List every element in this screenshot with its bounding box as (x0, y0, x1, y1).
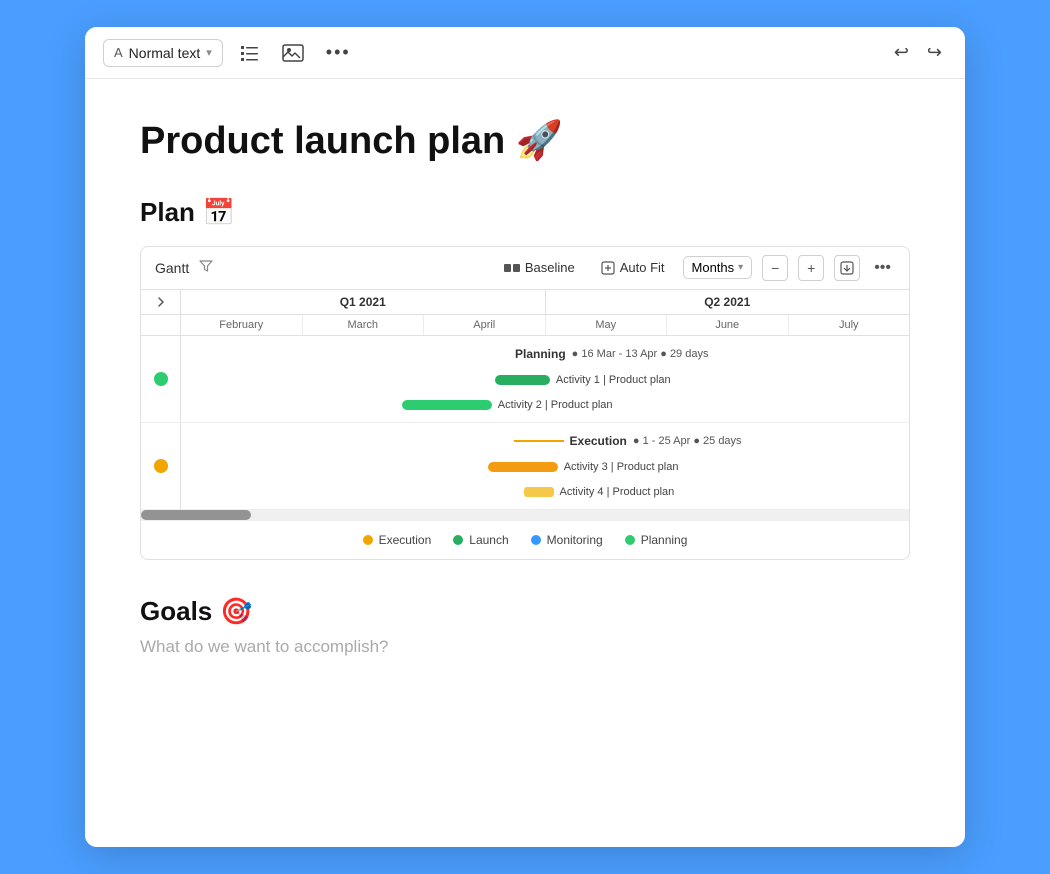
plan-heading: Plan 📅 (140, 197, 910, 228)
planning-header-label: Planning (515, 347, 566, 361)
months-label: Months (692, 260, 735, 275)
planning-header-row: Planning ● 16 Mar - 13 Apr ● 29 days (187, 344, 903, 364)
page-content: Product launch plan 🚀 Plan 📅 Gantt (85, 79, 965, 847)
legend-execution-label: Execution (379, 533, 432, 547)
redo-icon: ↪ (927, 42, 942, 63)
execution-rows: Execution ● 1 - 25 Apr ● 25 days Activit… (181, 423, 909, 509)
legend-execution: Execution (363, 533, 432, 547)
execution-activity-4-row: Activity 4 | Product plan (187, 483, 903, 501)
months-chevron-icon: ▾ (738, 262, 743, 273)
legend-launch: Launch (453, 533, 508, 547)
legend-execution-dot (363, 535, 373, 545)
autofit-label: Auto Fit (620, 260, 665, 275)
planning-dot (154, 372, 168, 386)
autofit-button[interactable]: Auto Fit (593, 257, 673, 278)
quarter-q2: Q2 2021 (546, 290, 910, 314)
goals-placeholder[interactable]: What do we want to accomplish? (140, 637, 910, 657)
goals-section: Goals 🎯 What do we want to accomplish? (140, 596, 910, 657)
planning-activity-1-row: Activity 1 | Product plan (187, 371, 903, 389)
undo-button[interactable]: ↩ (889, 37, 914, 68)
activity-2-label: Activity 2 | Product plan (498, 399, 613, 411)
minus-icon: − (771, 260, 779, 276)
more-options-button[interactable]: ••• (321, 37, 356, 68)
page-title: Product launch plan 🚀 (140, 119, 910, 165)
execution-header-row: Execution ● 1 - 25 Apr ● 25 days (187, 431, 903, 451)
goals-heading-icon: 🎯 (220, 596, 252, 627)
month-apr: April (424, 315, 546, 335)
gantt-widget: Gantt Baseline (140, 246, 910, 560)
legend-monitoring-dot (531, 535, 541, 545)
activity-4-bar (524, 487, 554, 497)
legend-launch-dot (453, 535, 463, 545)
toolbar: A Normal text ▾ ••• (85, 27, 965, 79)
quarter-q1: Q1 2021 (181, 290, 546, 314)
plan-section: Plan 📅 Gantt (140, 197, 910, 560)
gantt-label: Gantt (155, 260, 189, 276)
chevron-down-icon: ▾ (206, 46, 212, 59)
gantt-scrollbar[interactable] (141, 510, 909, 520)
redo-button[interactable]: ↪ (922, 37, 947, 68)
execution-section: Execution ● 1 - 25 Apr ● 25 days Activit… (141, 423, 909, 510)
planning-rows: Planning ● 16 Mar - 13 Apr ● 29 days Act… (181, 336, 909, 422)
execution-dot (154, 459, 168, 473)
execution-header-meta: ● 1 - 25 Apr ● 25 days (633, 435, 742, 447)
baseline-label: Baseline (525, 260, 575, 275)
plan-heading-icon: 📅 (203, 197, 235, 228)
legend-monitoring: Monitoring (531, 533, 603, 547)
execution-activity-3-row: Activity 3 | Product plan (187, 458, 903, 476)
legend-planning: Planning (625, 533, 688, 547)
execution-indicator (141, 423, 181, 509)
month-jul: July (789, 315, 910, 335)
activity-2-bar (402, 400, 492, 410)
activity-4-label: Activity 4 | Product plan (560, 486, 675, 498)
planning-indicator (141, 336, 181, 422)
month-may: May (546, 315, 668, 335)
legend-monitoring-label: Monitoring (547, 533, 603, 547)
gantt-chart-area: Q1 2021 Q2 2021 February March April May (141, 290, 909, 520)
plus-icon: + (807, 260, 815, 276)
zoom-out-button[interactable]: − (762, 255, 788, 281)
text-style-dropdown[interactable]: A Normal text ▾ (103, 39, 223, 67)
text-style-label: Normal text (129, 45, 201, 61)
gantt-toggle-button[interactable] (141, 290, 181, 314)
execution-header-label: Execution (570, 434, 627, 448)
execution-header-bar (514, 440, 564, 442)
legend-planning-dot (625, 535, 635, 545)
undo-icon: ↩ (894, 42, 909, 63)
image-icon-button[interactable] (277, 38, 309, 68)
gantt-quarter-headers: Q1 2021 Q2 2021 (141, 290, 909, 315)
month-jun: June (667, 315, 789, 335)
months-selector[interactable]: Months ▾ (683, 256, 753, 279)
gantt-toolbar: Gantt Baseline (141, 247, 909, 290)
gantt-more-button[interactable]: ••• (870, 257, 895, 279)
plan-heading-text: Plan (140, 197, 195, 228)
gantt-month-headers: February March April May June July (141, 315, 909, 336)
zoom-in-button[interactable]: + (798, 255, 824, 281)
baseline-button[interactable]: Baseline (496, 257, 583, 278)
ellipsis-icon: ••• (326, 42, 351, 63)
month-mar: March (303, 315, 425, 335)
legend-launch-label: Launch (469, 533, 508, 547)
gantt-legend: Execution Launch Monitoring Planning (141, 520, 909, 559)
text-format-icon: A (114, 45, 123, 60)
activity-3-label: Activity 3 | Product plan (564, 461, 679, 473)
list-icon-button[interactable] (235, 39, 265, 67)
filter-icon[interactable] (199, 259, 213, 276)
goals-heading: Goals 🎯 (140, 596, 910, 627)
activity-1-label: Activity 1 | Product plan (556, 374, 671, 386)
gantt-scrollbar-thumb[interactable] (141, 510, 251, 520)
legend-planning-label: Planning (641, 533, 688, 547)
planning-section: Planning ● 16 Mar - 13 Apr ● 29 days Act… (141, 336, 909, 423)
goals-heading-text: Goals (140, 596, 212, 627)
month-feb: February (181, 315, 303, 335)
planning-activity-2-row: Activity 2 | Product plan (187, 396, 903, 414)
planning-header-meta: ● 16 Mar - 13 Apr ● 29 days (572, 348, 709, 360)
export-button[interactable] (834, 255, 860, 281)
activity-3-bar (488, 462, 558, 472)
activity-1-bar (495, 375, 550, 385)
